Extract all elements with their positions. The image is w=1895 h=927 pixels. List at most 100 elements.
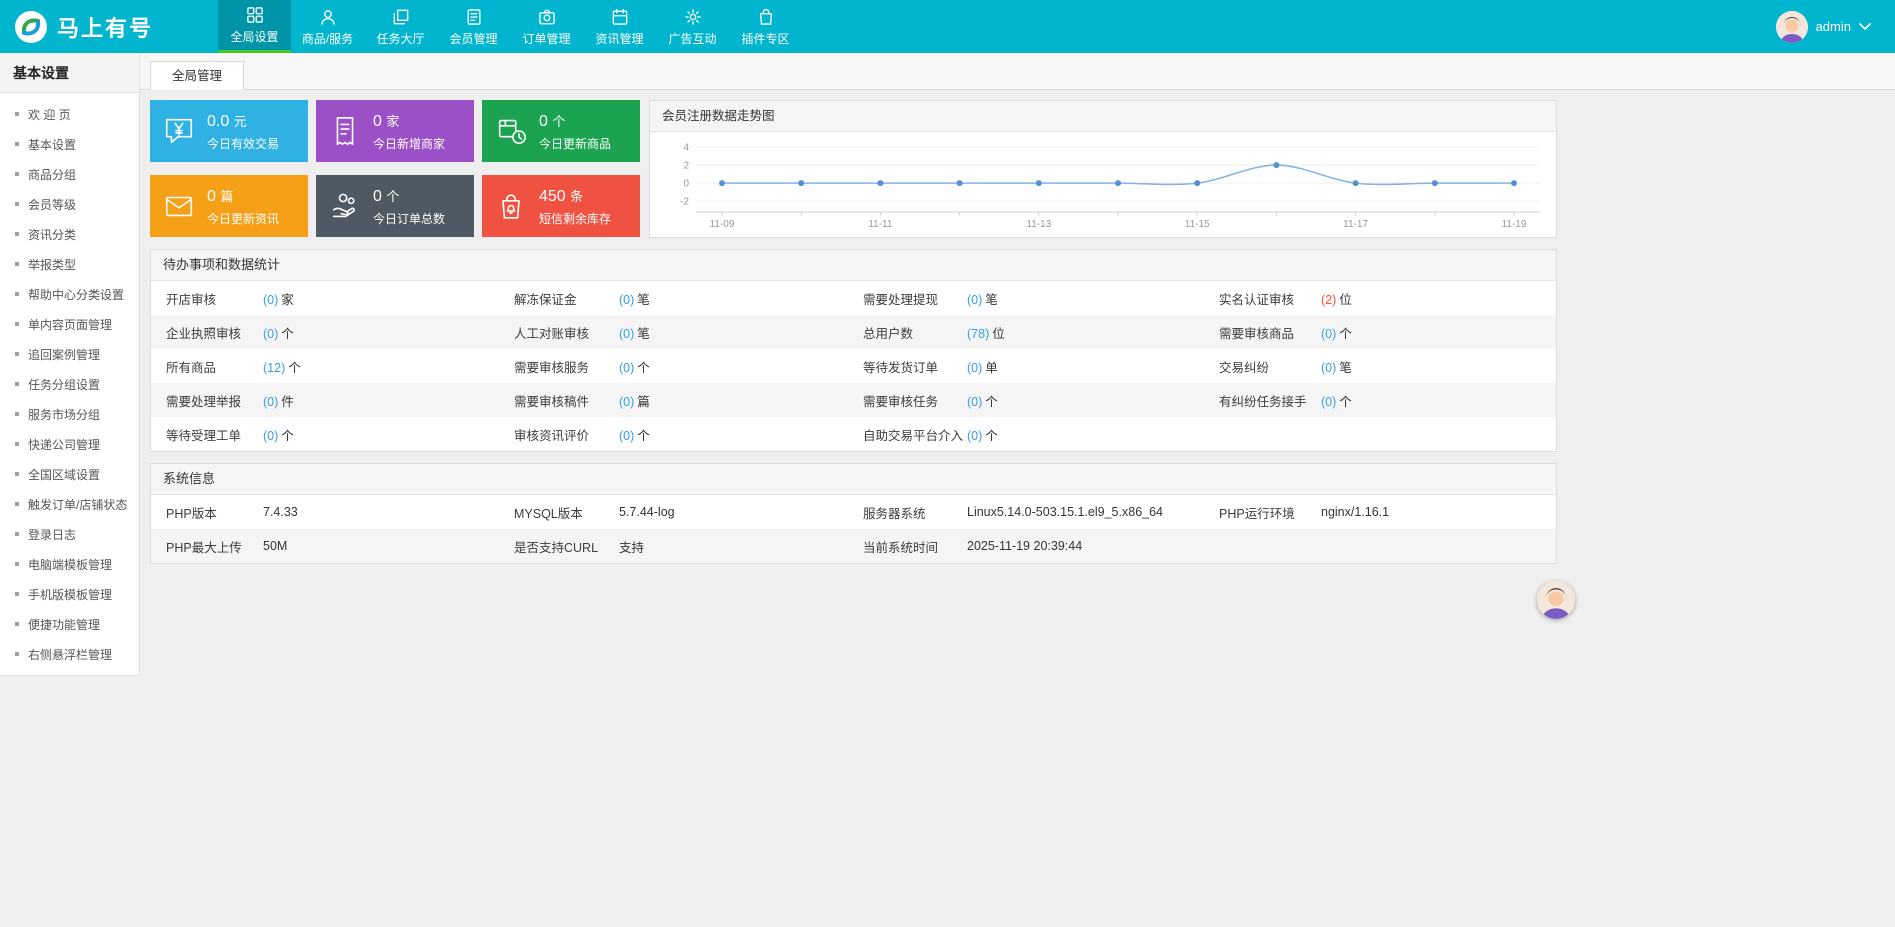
nav-item[interactable]: 会员管理 <box>437 0 510 53</box>
stat-value-link[interactable]: (2) <box>1321 293 1336 307</box>
stat-card-value: 450 条 <box>539 186 611 206</box>
sidebar-item-label: 商品分组 <box>28 166 76 183</box>
stat-value-link[interactable]: (0) <box>263 395 278 409</box>
chart-body: 420-211-0911-1111-1311-1511-1711-19 <box>650 132 1556 237</box>
stat-card[interactable]: 0 个今日订单总数 <box>316 175 474 237</box>
stat-card[interactable]: 0 篇今日更新资讯 <box>150 175 308 237</box>
stat-card[interactable]: 0 家今日新增商家 <box>316 100 474 162</box>
stat-value-link[interactable]: (0) <box>1321 395 1336 409</box>
stat-label: 企业执照审核 <box>166 323 263 342</box>
sidebar-item[interactable]: 基本设置 <box>0 129 139 159</box>
stat-value-link[interactable]: (0) <box>619 327 634 341</box>
stat-value-link[interactable]: (12) <box>263 361 285 375</box>
info-value: nginx/1.16.1 <box>1321 505 1556 519</box>
stat-value-link[interactable]: (0) <box>263 327 278 341</box>
nav-item[interactable]: 全局设置 <box>218 0 291 53</box>
bullet-icon <box>15 622 19 626</box>
svg-text:11-19: 11-19 <box>1502 219 1527 230</box>
service-avatar[interactable] <box>1537 581 1575 619</box>
stat-label: 所有商品 <box>166 357 263 376</box>
bullet-icon <box>15 172 19 176</box>
stat-label: 人工对账审核 <box>514 323 619 342</box>
stat-card[interactable]: 0 个今日更新商品 <box>482 100 640 162</box>
content: 0.0 元今日有效交易0 家今日新增商家0 个今日更新商品0 篇今日更新资讯0 … <box>140 90 1557 564</box>
stat-value-link[interactable]: (0) <box>967 395 982 409</box>
sidebar-item[interactable]: 手机版模板管理 <box>0 579 139 609</box>
main-area: 全局管理 0.0 元今日有效交易0 家今日新增商家0 个今日更新商品0 篇今日更… <box>140 53 1895 564</box>
sidebar-item[interactable]: 追回案例管理 <box>0 339 139 369</box>
sidebar-item[interactable]: 快递公司管理 <box>0 429 139 459</box>
sidebar-item[interactable]: 任务分组设置 <box>0 369 139 399</box>
stat-value-link[interactable]: (0) <box>619 293 634 307</box>
sidebar-item[interactable]: 全国区域设置 <box>0 459 139 489</box>
stat-card-label: 今日更新商品 <box>539 135 611 152</box>
stat-card-label: 今日订单总数 <box>373 210 445 227</box>
stat-card-label: 今日有效交易 <box>207 135 279 152</box>
nav-item[interactable]: 插件专区 <box>729 0 802 53</box>
stat-card[interactable]: 0.0 元今日有效交易 <box>150 100 308 162</box>
sidebar-item-label: 便捷功能管理 <box>28 616 100 633</box>
sidebar-item-label: 手机版模板管理 <box>28 586 112 603</box>
stat-label: 等待发货订单 <box>863 357 967 376</box>
sidebar-item[interactable]: 帮助中心分类设置 <box>0 279 139 309</box>
sidebar-item[interactable]: 服务市场分组 <box>0 399 139 429</box>
stat-label: 是否支持CURL <box>514 537 619 556</box>
stat-value-link[interactable]: (0) <box>619 395 634 409</box>
stat-card-label: 短信剩余库存 <box>539 210 611 227</box>
stat-card[interactable]: 450 条短信剩余库存 <box>482 175 640 237</box>
sidebar-item[interactable]: 右侧悬浮栏管理 <box>0 639 139 669</box>
stat-value-link[interactable]: (78) <box>967 327 989 341</box>
nav-item-label: 插件专区 <box>741 30 789 47</box>
stat-label: 解冻保证金 <box>514 289 619 308</box>
top-nav: 全局设置商品/服务任务大厅会员管理订单管理资讯管理广告互动插件专区 <box>218 0 802 53</box>
stat-value-link[interactable]: (0) <box>619 429 634 443</box>
stat-value: (0)个 <box>263 425 514 444</box>
nav-item[interactable]: 任务大厅 <box>364 0 437 53</box>
logo[interactable]: 马上有号 <box>0 0 218 53</box>
sidebar-item[interactable]: 便捷功能管理 <box>0 609 139 639</box>
stat-value-link[interactable]: (0) <box>967 429 982 443</box>
sidebar-item-label: 追回案例管理 <box>28 346 100 363</box>
nav-item[interactable]: 广告互动 <box>656 0 729 53</box>
table-row: PHP最大上传50M是否支持CURL支持当前系统时间2025-11-19 20:… <box>151 529 1556 563</box>
sidebar-item-label: 快递公司管理 <box>28 436 100 453</box>
sidebar-item-label: 右侧悬浮栏管理 <box>28 646 112 663</box>
sidebar-item[interactable]: 商品分组 <box>0 159 139 189</box>
sidebar-item[interactable]: 触发订单/店铺状态 <box>0 489 139 519</box>
stat-value-link[interactable]: (0) <box>263 293 278 307</box>
user-menu[interactable]: admin <box>1776 0 1895 53</box>
tab-global-management[interactable]: 全局管理 <box>150 61 244 90</box>
stat-value-link[interactable]: (0) <box>1321 327 1336 341</box>
stat-value-link[interactable]: (0) <box>619 361 634 375</box>
stat-value-link[interactable]: (0) <box>1321 361 1336 375</box>
nav-item[interactable]: 商品/服务 <box>291 0 364 53</box>
nav-item[interactable]: 资讯管理 <box>583 0 656 53</box>
svg-text:4: 4 <box>683 143 689 154</box>
stat-value-link[interactable]: (0) <box>263 429 278 443</box>
stat-label: 服务器系统 <box>863 503 967 522</box>
user-icon <box>318 7 338 27</box>
sidebar-item[interactable]: 单内容页面管理 <box>0 309 139 339</box>
stat-label: 自助交易平台介入 <box>863 425 967 444</box>
sidebar-item-label: 会员等级 <box>28 196 76 213</box>
stat-card-value: 0 个 <box>539 111 611 131</box>
sidebar-item[interactable]: 欢 迎 页 <box>0 99 139 129</box>
nav-item-label: 资讯管理 <box>595 30 643 47</box>
mail-icon <box>162 189 196 223</box>
stat-value: (0)个 <box>967 425 1219 444</box>
bullet-icon <box>15 472 19 476</box>
sidebar-item[interactable]: 举报类型 <box>0 249 139 279</box>
sidebar-item[interactable]: 电脑端模板管理 <box>0 549 139 579</box>
svg-text:11-13: 11-13 <box>1026 219 1051 230</box>
info-value: 7.4.33 <box>263 505 514 519</box>
sidebar-item[interactable]: 资讯分类 <box>0 219 139 249</box>
stat-value: (0)笔 <box>619 323 863 342</box>
sidebar-item[interactable]: 登录日志 <box>0 519 139 549</box>
tab-bar: 全局管理 <box>140 53 1895 90</box>
nav-item[interactable]: 订单管理 <box>510 0 583 53</box>
stat-value-link[interactable]: (0) <box>967 361 982 375</box>
info-value: 50M <box>263 539 514 553</box>
sidebar-title: 基本设置 <box>0 53 139 93</box>
stat-value-link[interactable]: (0) <box>967 293 982 307</box>
sidebar-item[interactable]: 会员等级 <box>0 189 139 219</box>
